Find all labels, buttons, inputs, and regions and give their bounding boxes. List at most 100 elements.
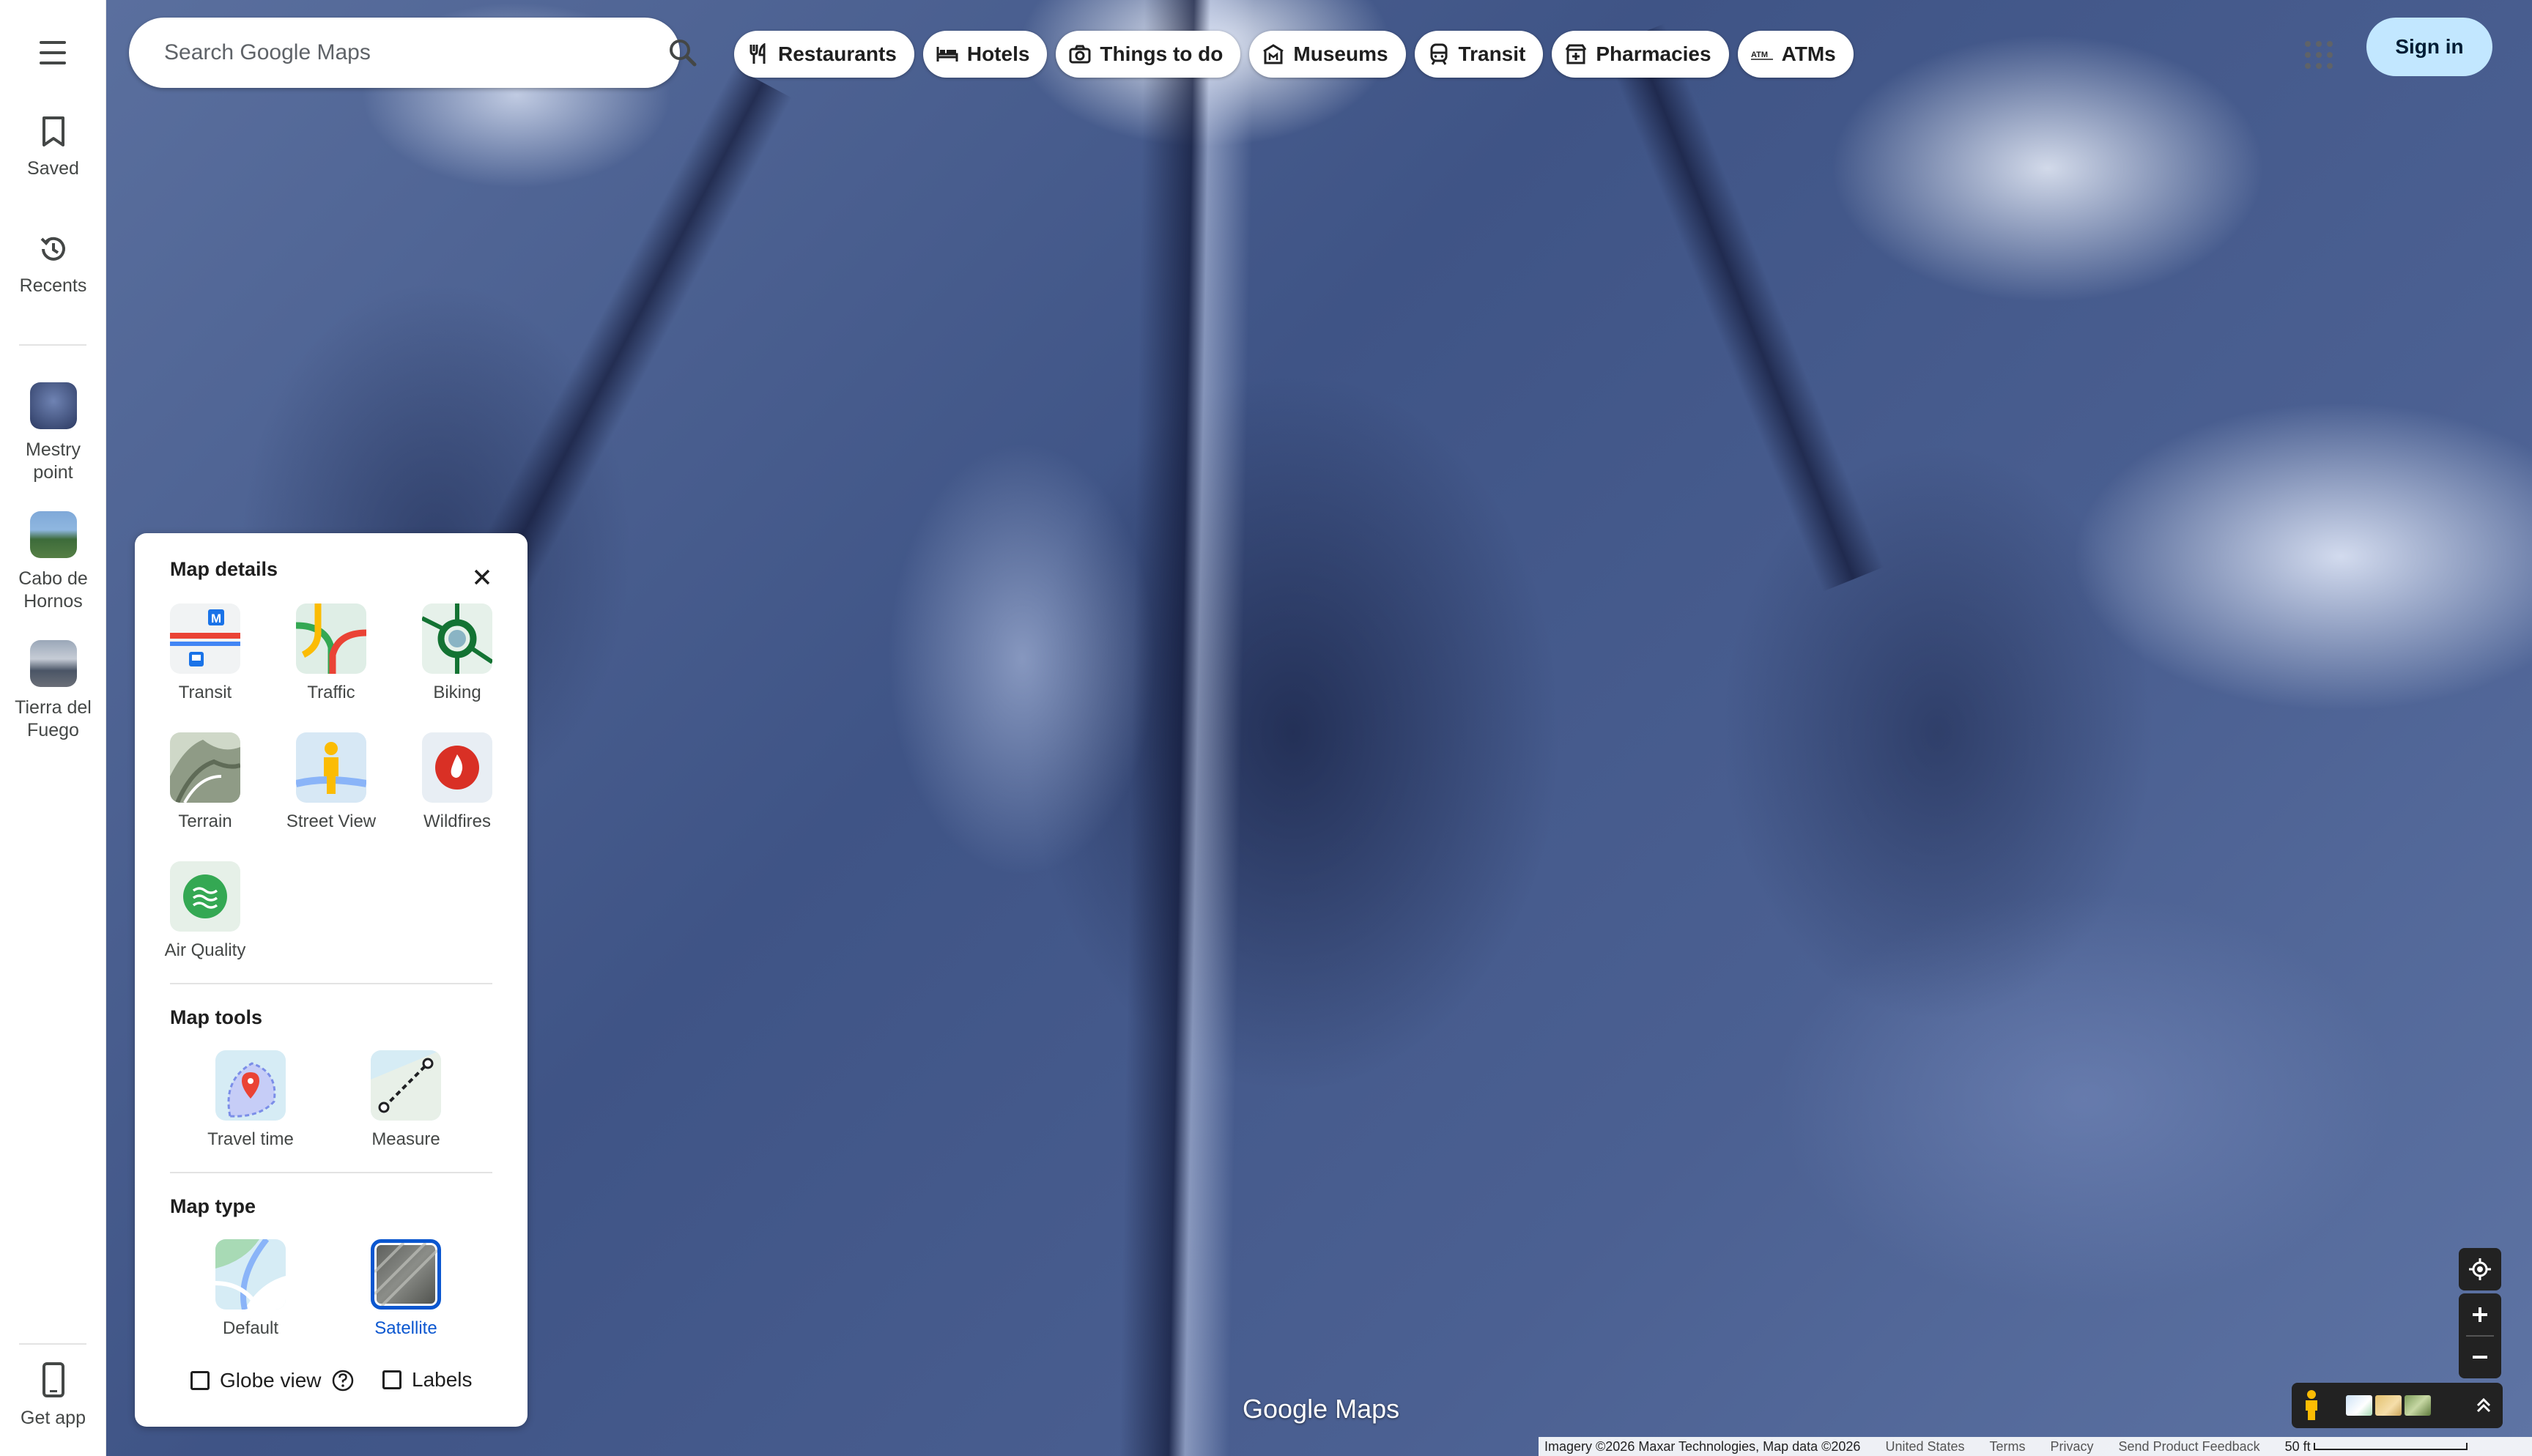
layer-terrain[interactable]: Terrain xyxy=(142,732,268,832)
close-icon xyxy=(474,569,490,585)
menu-icon xyxy=(40,62,66,64)
recent-place-cabo-de-hornos[interactable]: Cabo de Hornos xyxy=(0,511,106,613)
layer-wildfires[interactable]: Wildfires xyxy=(394,732,520,832)
imagery-attribution: Imagery ©2026 Maxar Technologies, Map da… xyxy=(1544,1438,1861,1454)
recent-place-label: Tierra del xyxy=(15,697,92,718)
chip-atms[interactable]: ATM ATMs xyxy=(1737,31,1854,78)
chip-hotels[interactable]: Hotels xyxy=(922,31,1048,78)
chip-label: ATMs xyxy=(1781,42,1836,65)
privacy-link[interactable]: Privacy xyxy=(2051,1439,2094,1455)
terms-link[interactable]: Terms xyxy=(1990,1439,2026,1455)
zoom-controls xyxy=(2459,1293,2501,1378)
apps-grid-icon xyxy=(2305,41,2311,47)
pegman-icon xyxy=(2306,1390,2317,1420)
my-location-button[interactable] xyxy=(2459,1248,2501,1290)
scale-indicator[interactable]: 50 ft xyxy=(2285,1439,2468,1455)
satellite-map-icon xyxy=(371,1239,441,1310)
zoom-divider xyxy=(2466,1335,2494,1337)
air-quality-layer-icon xyxy=(170,861,240,932)
measure-icon xyxy=(371,1050,441,1121)
recents-button[interactable]: Recents xyxy=(0,233,106,297)
plus-icon xyxy=(2473,1307,2487,1322)
recent-place-mestry-point[interactable]: Mestry point xyxy=(0,382,106,484)
chip-things-to-do[interactable]: Things to do xyxy=(1056,31,1241,78)
pharmacy-icon xyxy=(1565,43,1587,65)
google-apps-button[interactable] xyxy=(2296,32,2337,73)
layer-label: Traffic xyxy=(307,683,355,702)
chip-label: Transit xyxy=(1458,42,1526,65)
rail-divider xyxy=(19,344,86,346)
tool-measure[interactable]: Measure xyxy=(343,1050,469,1150)
chip-transit[interactable]: Transit xyxy=(1414,31,1544,78)
museum-icon xyxy=(1262,43,1284,65)
map-type-satellite[interactable]: Satellite xyxy=(343,1239,469,1339)
history-icon xyxy=(37,233,70,269)
recents-label: Recents xyxy=(19,275,87,296)
menu-icon xyxy=(40,51,66,54)
thumb-map-layer xyxy=(2346,1395,2372,1416)
labels-checkbox[interactable]: Labels xyxy=(382,1368,473,1392)
recent-place-tierra-del-fuego[interactable]: Tierra del Fuego xyxy=(0,640,106,742)
feedback-link[interactable]: Send Product Feedback xyxy=(2119,1439,2260,1455)
my-location-icon xyxy=(2469,1258,2491,1280)
zoom-in-button[interactable] xyxy=(2459,1293,2501,1336)
default-map-icon xyxy=(215,1239,286,1310)
help-icon[interactable] xyxy=(330,1368,355,1393)
tool-travel-time[interactable]: Travel time xyxy=(188,1050,314,1150)
labels-label: Labels xyxy=(412,1368,473,1391)
layers-bar xyxy=(2292,1383,2503,1428)
map-tools-title: Map tools xyxy=(170,1006,262,1028)
footer-bar: Imagery ©2026 Maxar Technologies, Map da… xyxy=(1539,1437,2532,1456)
layer-label: Wildfires xyxy=(423,811,491,831)
map-details-title: Map details xyxy=(170,558,278,580)
chip-museums[interactable]: Museums xyxy=(1249,31,1406,78)
layer-traffic[interactable]: Traffic xyxy=(268,603,394,703)
chip-label: Hotels xyxy=(966,42,1030,65)
search-box xyxy=(129,18,778,88)
chip-pharmacies[interactable]: Pharmacies xyxy=(1552,31,1729,78)
phone-icon xyxy=(42,1362,65,1401)
chip-restaurants[interactable]: Restaurants xyxy=(734,31,914,78)
recent-place-label: Hornos xyxy=(23,591,83,612)
expand-layers-button[interactable] xyxy=(2473,1395,2494,1416)
search-button[interactable] xyxy=(662,32,703,73)
sign-in-button[interactable]: Sign in xyxy=(2366,18,2492,76)
recent-place-label: Cabo de xyxy=(18,568,88,589)
globe-view-label: Globe view xyxy=(220,1369,322,1392)
zoom-out-button[interactable] xyxy=(2459,1336,2501,1378)
close-panel-button[interactable] xyxy=(463,558,501,596)
fork-knife-icon xyxy=(747,43,769,65)
biking-layer-icon xyxy=(422,603,492,674)
get-app-label: Get app xyxy=(21,1408,86,1428)
search-input[interactable] xyxy=(164,40,516,65)
layer-thumbnails[interactable] xyxy=(2346,1395,2431,1416)
layer-label: Biking xyxy=(433,683,481,702)
saved-label: Saved xyxy=(27,158,79,179)
layer-street-view[interactable]: Street View xyxy=(268,732,394,832)
layer-biking[interactable]: Biking xyxy=(394,603,520,703)
map-type-label: Default xyxy=(222,1318,279,1338)
country-link[interactable]: United States xyxy=(1885,1439,1964,1455)
place-thumbnail xyxy=(29,640,77,687)
map-type-default[interactable]: Default xyxy=(188,1239,314,1339)
menu-icon xyxy=(40,41,66,44)
bookmark-icon xyxy=(40,116,67,152)
saved-button[interactable]: Saved xyxy=(0,116,106,180)
google-maps-logo: Google Maps xyxy=(1243,1394,1400,1424)
layer-transit[interactable]: M Transit xyxy=(142,603,268,703)
camera-icon xyxy=(1069,43,1091,65)
get-app-button[interactable]: Get app xyxy=(0,1362,106,1430)
chevron-up-icon xyxy=(2476,1397,2491,1413)
menu-button[interactable] xyxy=(29,37,76,69)
thumb-satellite-layer xyxy=(2405,1395,2431,1416)
checkbox-box xyxy=(190,1371,210,1390)
chip-label: Restaurants xyxy=(778,42,897,65)
scale-bar xyxy=(2313,1443,2468,1450)
layer-label: Air Quality xyxy=(164,940,246,960)
layer-air-quality[interactable]: Air Quality xyxy=(142,861,268,961)
pegman-button[interactable] xyxy=(2300,1389,2330,1422)
globe-view-checkbox[interactable]: Globe view xyxy=(190,1368,355,1393)
place-thumbnail xyxy=(29,511,77,558)
layer-label: Terrain xyxy=(178,811,232,831)
panel-divider xyxy=(170,983,492,984)
